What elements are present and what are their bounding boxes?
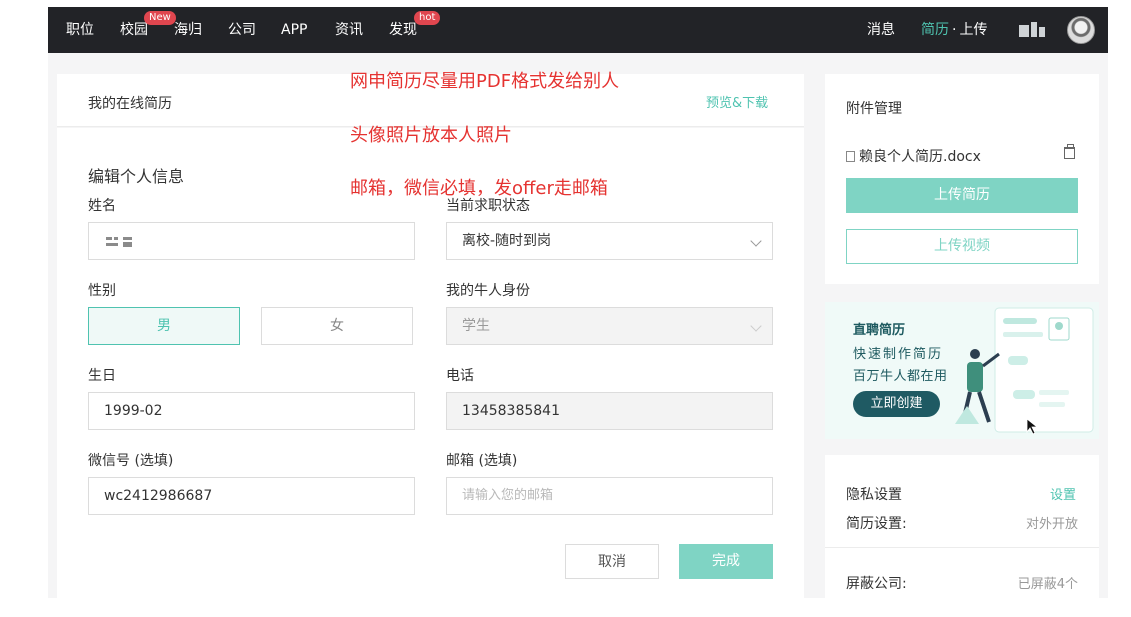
nav-resume-group: 简历 · 上传 [921,7,987,53]
birthday-label: 生日 [88,368,116,384]
nav-item-jobs[interactable]: 职位 [66,7,94,53]
resume-setting-value: 对外开放 [1025,517,1078,532]
name-label: 姓名 [88,198,116,214]
document-icon [846,151,855,162]
promo-line-2: 百万牛人都在用 [853,369,948,384]
attachment-panel: 附件管理 赖良个人简历.docx 上传简历 上传视频 [825,74,1099,284]
nav-resume[interactable]: 简历 [921,22,949,38]
blocked-companies-value: 已屏蔽4个 [1017,577,1078,592]
nav-item-company[interactable]: 公司 [228,7,256,53]
section-title: 编辑个人信息 [88,167,185,186]
app-window: 职位 校园 New 海归 公司 APP 资讯 发现 hot 消息 简历 · 上传 我… [48,7,1108,598]
birthday-input[interactable]: 1999-02 [88,392,415,430]
gender-label: 性别 [88,283,116,299]
email-input[interactable]: 请输入您的邮箱 [446,477,773,515]
privacy-settings-link[interactable]: 设置 [1050,484,1076,503]
nav-item-news[interactable]: 资讯 [335,7,363,53]
resume-setting-label: 简历设置: [846,516,907,532]
identity-label: 我的牛人身份 [446,283,530,299]
gender-male-option[interactable]: 男 [88,307,240,345]
upload-resume-button[interactable]: 上传简历 [846,178,1078,213]
nav-upload[interactable]: 上传 [959,22,987,38]
gender-female-option[interactable]: 女 [261,307,413,345]
promo-banner[interactable]: 直聘简历 快速制作简历 百万牛人都在用 立即创建 [825,302,1099,439]
promo-title: 直聘简历 [853,323,906,338]
name-input[interactable] [88,222,415,260]
chevron-down-icon [750,235,762,247]
upload-video-button[interactable]: 上传视频 [846,229,1078,264]
new-badge: New [144,11,176,25]
privacy-panel: 隐私设置 设置 简历设置: 对外开放 屏蔽公司: 已屏蔽4个 [825,455,1099,598]
wechat-label: 微信号 (选填) [88,453,174,469]
user-avatar[interactable] [1067,16,1095,44]
nav-item-overseas[interactable]: 海归 [174,7,202,53]
online-resume-title: 我的在线简历 [88,96,172,112]
cancel-button[interactable]: 取消 [565,544,659,579]
top-nav: 职位 校园 New 海归 公司 APP 资讯 发现 hot 消息 简历 · 上传 [48,7,1108,53]
nav-item-app[interactable]: APP [281,7,307,53]
promo-line-1: 快速制作简历 [853,347,944,362]
trash-icon[interactable] [1064,144,1075,159]
hot-badge: hot [414,11,441,25]
create-now-button[interactable]: 立即创建 [853,391,940,417]
phone-label: 电话 [446,368,474,384]
identity-select[interactable]: 学生 [446,307,773,345]
privacy-title: 隐私设置 [846,487,902,503]
annotation-note-1: 网申简历尽量用PDF格式发给别人 [350,71,620,92]
annotation-note-3: 邮箱，微信必填，发offer走邮箱 [350,178,608,199]
chevron-down-icon [750,320,762,332]
email-label: 邮箱 (选填) [446,453,518,469]
job-status-select[interactable]: 离校-随时到岗 [446,222,773,260]
nav-messages[interactable]: 消息 [867,7,895,53]
nav-separator: · [952,22,957,38]
redacted-name [106,237,134,247]
nav-item-discover[interactable]: 发现 [389,7,417,53]
preview-download-link[interactable]: 预览&下载 [706,92,768,111]
wechat-input[interactable]: wc2412986687 [88,477,415,515]
done-button[interactable]: 完成 [679,544,773,579]
attachment-file[interactable]: 赖良个人简历.docx [846,146,981,166]
blocked-companies-label: 屏蔽公司: [846,576,907,592]
phone-input[interactable]: 13458385841 [446,392,773,430]
annotation-note-2: 头像照片放本人照片 [350,125,512,146]
attachment-title: 附件管理 [846,101,902,117]
resume-illustration [955,307,1094,435]
divider [825,547,1099,548]
chat-icon[interactable] [1019,22,1045,38]
